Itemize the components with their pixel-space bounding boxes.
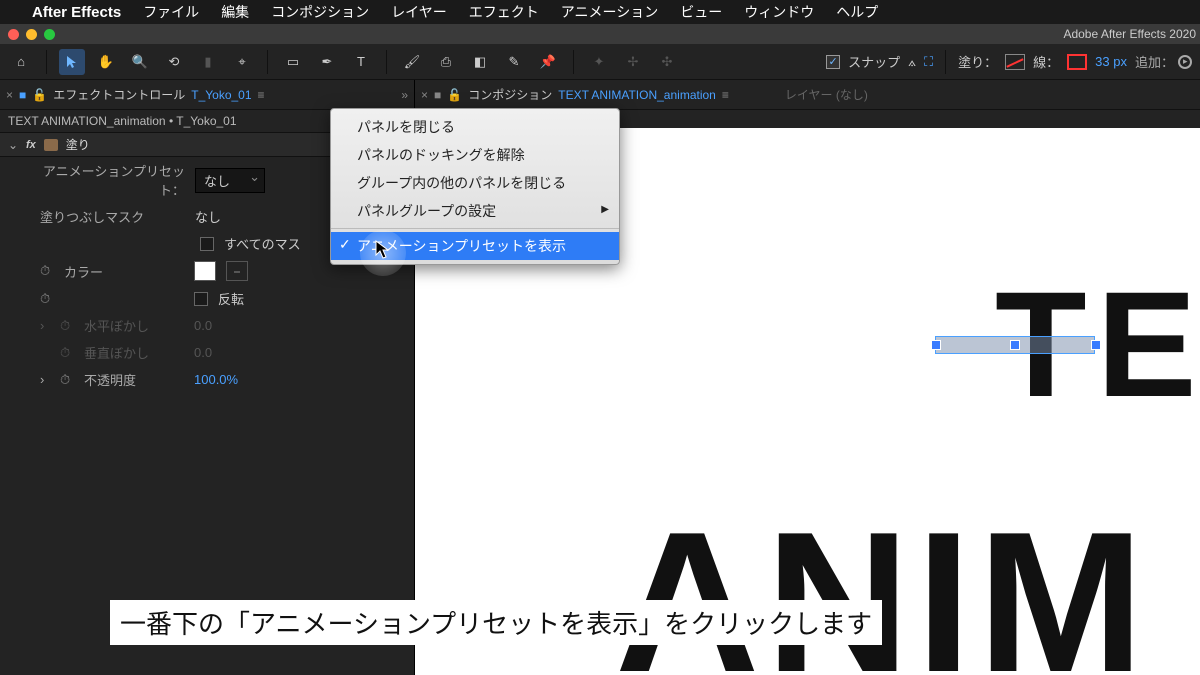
panel-layer-link[interactable]: T_Yoko_01: [191, 88, 251, 102]
menu-view[interactable]: ビュー: [680, 2, 722, 22]
add-button[interactable]: 追加：: [1135, 52, 1192, 71]
color-label: カラー: [64, 262, 184, 281]
window-title: Adobe After Effects 2020: [1063, 27, 1200, 41]
opacity-stopwatch-icon[interactable]: ⏱: [60, 372, 74, 388]
menu-help[interactable]: ヘルプ: [836, 2, 878, 22]
vblur-stopwatch-icon: ⏱: [60, 345, 74, 361]
menu-animation[interactable]: アニメーション: [561, 2, 658, 22]
panel-title[interactable]: エフェクトコントロール: [53, 86, 185, 103]
fx-badge[interactable]: fx: [26, 139, 36, 151]
selection-tool[interactable]: [59, 49, 85, 75]
vblur-value: 0.0: [194, 345, 212, 360]
color-swatch[interactable]: [194, 261, 216, 281]
invert-checkbox[interactable]: [194, 292, 208, 306]
comp-panel-title[interactable]: コンポジション: [468, 86, 552, 103]
opacity-disclosure[interactable]: ›: [40, 372, 50, 387]
camera-tool[interactable]: ▮: [195, 49, 221, 75]
snap-box-icon[interactable]: ⛶: [924, 54, 933, 70]
selection-handle[interactable]: [1091, 340, 1101, 350]
hblur-label: 水平ぼかし: [84, 316, 184, 335]
comp-tab-close-icon[interactable]: ×: [421, 88, 428, 102]
vblur-label: 垂直ぼかし: [84, 343, 184, 362]
allmask-checkbox[interactable]: [200, 237, 214, 251]
selection-handle[interactable]: [1010, 340, 1020, 350]
allmask-label: すべてのマス: [224, 234, 301, 253]
menu-window[interactable]: ウィンドウ: [744, 2, 814, 22]
maximize-icon[interactable]: [44, 29, 55, 40]
axis2-tool[interactable]: ✢: [620, 49, 646, 75]
menu-layer[interactable]: レイヤー: [391, 2, 447, 22]
window-chrome: Adobe After Effects 2020: [0, 24, 1200, 44]
snap-magnet-icon[interactable]: ⟑: [908, 54, 916, 70]
opacity-value[interactable]: 100.0%: [194, 372, 238, 387]
hblur-value: 0.0: [194, 318, 212, 333]
panel-menu-icon[interactable]: ≡: [258, 88, 265, 102]
text-tool[interactable]: T: [348, 49, 374, 75]
tutorial-caption: 一番下の「アニメーションプリセットを表示」をクリックします: [110, 600, 882, 645]
menu-composition[interactable]: コンポジション: [271, 2, 369, 22]
layer-tab[interactable]: レイヤー (なし): [785, 86, 868, 103]
menubar: After Effects ファイル 編集 コンポジション レイヤー エフェクト…: [0, 0, 1200, 24]
text-layer-2[interactable]: ANIM: [615, 488, 1150, 675]
mask-label: 塗りつぶしマスク: [40, 207, 185, 226]
minimize-icon[interactable]: [26, 29, 37, 40]
fx-name[interactable]: 塗り: [66, 136, 90, 153]
mask-value[interactable]: なし: [195, 207, 221, 226]
ctx-show-animation-presets[interactable]: アニメーションプリセットを表示: [331, 232, 619, 260]
orbit-tool[interactable]: ⟲: [161, 49, 187, 75]
stamp-tool[interactable]: ⎙: [433, 49, 459, 75]
stroke-width[interactable]: 33 px: [1095, 54, 1127, 69]
fill-label: 塗り：: [958, 52, 997, 71]
menu-edit[interactable]: 編集: [221, 2, 249, 22]
invert-label: 反転: [218, 289, 244, 308]
solo-icon[interactable]: ■: [19, 88, 26, 102]
stroke-label: 線：: [1033, 52, 1059, 71]
axis-tool[interactable]: ✦: [586, 49, 612, 75]
opacity-label: 不透明度: [84, 370, 184, 389]
puppet-tool[interactable]: 📌: [535, 49, 561, 75]
invert-stopwatch-icon[interactable]: ⏱: [40, 291, 54, 307]
selection-handle[interactable]: [931, 340, 941, 350]
eraser-tool[interactable]: ◧: [467, 49, 493, 75]
comp-solo-icon[interactable]: ■: [434, 88, 441, 102]
fx-disclosure[interactable]: ⌄: [8, 138, 18, 152]
rect-tool[interactable]: ▭: [280, 49, 306, 75]
toolbar: ⌂ ✋ 🔍 ⟲ ▮ ⌖ ▭ ✒ T 🖌 ⎙ ◧ ✎ 📌 ✦ ✢ ✣ ✓ スナップ…: [0, 44, 1200, 80]
panel-context-menu: パネルを閉じる パネルのドッキングを解除 グループ内の他のパネルを閉じる パネル…: [330, 108, 620, 265]
color-eyedropper-icon[interactable]: ⎯: [226, 261, 248, 281]
app-name[interactable]: After Effects: [32, 4, 121, 21]
fx-thumb-icon: [44, 139, 58, 151]
lock-icon[interactable]: 🔓: [32, 88, 47, 102]
brush-tool[interactable]: 🖌: [399, 49, 425, 75]
panel-overflow-icon[interactable]: »: [401, 88, 408, 102]
preset-dropdown[interactable]: なし: [195, 168, 265, 193]
comp-menu-icon[interactable]: ≡: [722, 88, 729, 102]
ctx-close-others[interactable]: グループ内の他のパネルを閉じる: [331, 169, 619, 197]
add-icon: [1178, 55, 1192, 69]
home-icon[interactable]: ⌂: [8, 49, 34, 75]
ctx-close-panel[interactable]: パネルを閉じる: [331, 113, 619, 141]
hblur-disclosure[interactable]: ›: [40, 318, 50, 333]
ctx-undock-panel[interactable]: パネルのドッキングを解除: [331, 141, 619, 169]
stroke-swatch[interactable]: [1067, 54, 1087, 70]
color-stopwatch-icon[interactable]: ⏱: [40, 263, 54, 279]
menu-effect[interactable]: エフェクト: [469, 2, 539, 22]
anchor-tool[interactable]: ⌖: [229, 49, 255, 75]
comp-lock-icon[interactable]: 🔓: [447, 88, 462, 102]
comp-name-link[interactable]: TEXT ANIMATION_animation: [558, 88, 716, 102]
roto-tool[interactable]: ✎: [501, 49, 527, 75]
snap-label: スナップ: [848, 52, 900, 71]
ctx-panel-group-settings[interactable]: パネルグループの設定: [331, 197, 619, 225]
preset-label: アニメーションプリセット：: [40, 161, 185, 199]
menu-file[interactable]: ファイル: [143, 2, 199, 22]
close-icon[interactable]: [8, 29, 19, 40]
fill-swatch[interactable]: [1005, 54, 1025, 70]
axis3-tool[interactable]: ✣: [654, 49, 680, 75]
hblur-stopwatch-icon: ⏱: [60, 318, 74, 334]
hand-tool[interactable]: ✋: [93, 49, 119, 75]
snap-checkbox[interactable]: ✓: [826, 55, 840, 69]
tab-close-icon[interactable]: ×: [6, 88, 13, 102]
pen-tool[interactable]: ✒: [314, 49, 340, 75]
zoom-tool[interactable]: 🔍: [127, 49, 153, 75]
